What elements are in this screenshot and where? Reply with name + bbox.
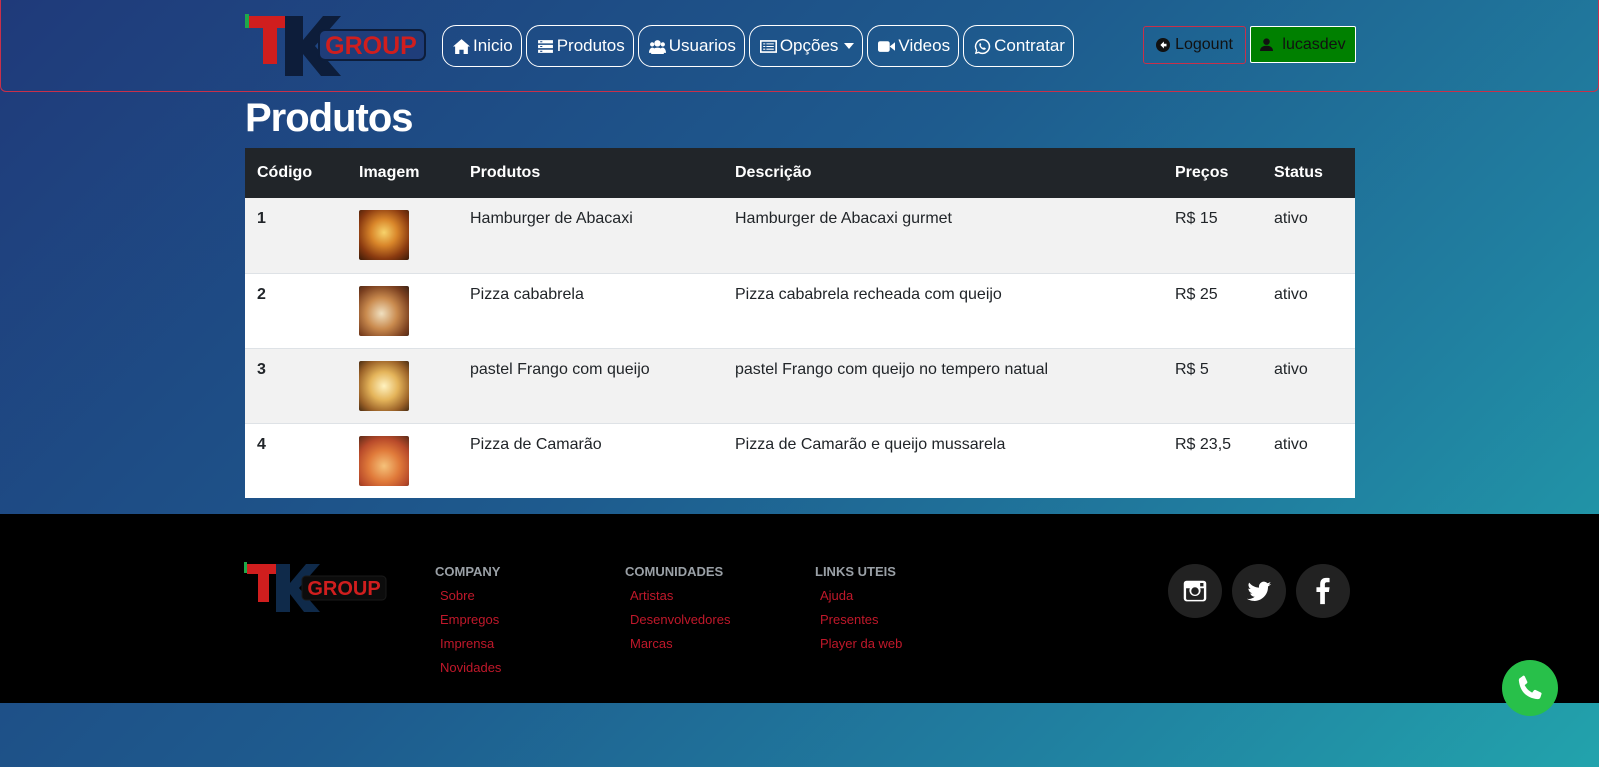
main-nav: Inicio Produtos Usuarios Opções Videos C… <box>442 25 1074 67</box>
pastel-thumbnail <box>359 360 409 411</box>
footer-link-marcas[interactable]: Marcas <box>630 635 730 659</box>
users-icon <box>648 39 666 54</box>
cell-product: Pizza de Camarão <box>458 422 723 498</box>
instagram-button[interactable] <box>1168 564 1222 618</box>
shrimp-pizza-thumbnail <box>359 435 409 486</box>
footer-logo-word: GROUP <box>307 578 380 600</box>
table-row: 1 Hamburger de Abacaxi Hamburger de Abac… <box>245 198 1355 273</box>
footer-link-desenvolvedores[interactable]: Desenvolvedores <box>630 611 730 635</box>
header-imagem: Imagem <box>359 164 420 181</box>
cell-price: R$ 25 <box>1163 272 1262 348</box>
table-header-row: Código Imagem Produtos Descrição Preços … <box>245 148 1355 198</box>
site-footer: GROUP COMPANY Sobre Empregos Imprensa No… <box>0 514 1599 703</box>
user-icon <box>1260 38 1274 51</box>
nav-inicio-label: Inicio <box>473 36 513 55</box>
cell-description: pastel Frango com queijo no tempero natu… <box>723 347 1163 423</box>
list-icon <box>537 39 553 53</box>
header-codigo: Código <box>257 164 313 181</box>
cell-price: R$ 5 <box>1163 347 1262 423</box>
cell-description: Pizza cababrela recheada com queijo <box>723 272 1163 348</box>
whatsapp-icon <box>974 38 991 54</box>
nav-contratar-label: Contratar <box>994 36 1065 55</box>
user-account-button[interactable]: lucasdev <box>1250 26 1356 63</box>
nav-opcoes-label: Opções <box>779 36 839 55</box>
cell-price: R$ 15 <box>1175 210 1218 227</box>
cell-code: 1 <box>257 210 266 227</box>
table-row: 4 Pizza de Camarão Pizza de Camarão e qu… <box>245 422 1355 498</box>
cell-status: ativo <box>1262 272 1355 348</box>
footer-link-artistas[interactable]: Artistas <box>630 587 730 611</box>
nav-usuarios-label: Usuarios <box>668 36 736 55</box>
cell-product: pastel Frango com queijo <box>458 347 723 423</box>
footer-column-title: COMPANY <box>435 564 501 579</box>
twitter-button[interactable] <box>1232 564 1286 618</box>
header-status: Status <box>1274 164 1323 181</box>
cell-code: 4 <box>245 422 347 498</box>
chevron-down-icon <box>844 43 855 49</box>
page-title: Produtos <box>245 96 414 140</box>
footer-link-sobre[interactable]: Sobre <box>440 587 501 611</box>
logout-label: Logount <box>1175 36 1233 53</box>
cell-image <box>347 272 458 348</box>
cell-status: ativo <box>1262 422 1355 498</box>
footer-column-title: COMUNIDADES <box>625 564 724 579</box>
nav-contratar[interactable]: Contratar <box>963 25 1074 67</box>
footer-link-presentes[interactable]: Presentes <box>820 611 902 635</box>
cell-image <box>347 422 458 498</box>
nav-videos-label: Videos <box>898 36 951 55</box>
nav-produtos[interactable]: Produtos <box>525 25 634 67</box>
video-icon <box>878 40 896 52</box>
nav-opcoes-dropdown[interactable]: Opções <box>748 25 864 67</box>
cell-code: 3 <box>245 347 347 423</box>
cell-image <box>347 347 458 423</box>
footer-column-comunidades: COMUNIDADES Artistas Desenvolvedores Mar… <box>625 564 730 659</box>
facebook-icon <box>1316 577 1330 605</box>
cell-code: 2 <box>245 272 347 348</box>
nav-videos[interactable]: Videos <box>867 25 960 67</box>
header-produtos: Produtos <box>470 164 541 181</box>
instagram-icon <box>1183 580 1207 602</box>
cell-product: Hamburger de Abacaxi <box>470 210 633 227</box>
footer-link-imprensa[interactable]: Imprensa <box>440 635 501 659</box>
nav-produtos-label: Produtos <box>556 36 625 55</box>
twitter-icon <box>1246 581 1272 601</box>
cell-product: Pizza cababrela <box>458 272 723 348</box>
whatsapp-phone-icon <box>1518 675 1542 700</box>
footer-link-novidades[interactable]: Novidades <box>440 659 501 683</box>
cell-description: Pizza de Camarão e queijo mussarela <box>723 422 1163 498</box>
cell-status: ativo <box>1262 347 1355 423</box>
nav-inicio[interactable]: Inicio <box>442 25 522 67</box>
products-table: Código Imagem Produtos Descrição Preços … <box>245 148 1355 498</box>
top-navbar: GROUP Inicio Produtos Usuarios Opções Vi… <box>0 0 1599 92</box>
table-row: 3 pastel Frango com queijo pastel Frango… <box>245 347 1355 423</box>
nav-usuarios[interactable]: Usuarios <box>637 25 745 67</box>
cell-price: R$ 23,5 <box>1163 422 1262 498</box>
footer-column-company: COMPANY Sobre Empregos Imprensa Novidade… <box>435 564 501 683</box>
whatsapp-floating-button[interactable] <box>1502 660 1558 716</box>
table-row: 2 Pizza cababrela Pizza cababrela rechea… <box>245 272 1355 348</box>
facebook-button[interactable] <box>1296 564 1350 618</box>
footer-link-player-da-web[interactable]: Player da web <box>820 635 902 659</box>
tk-group-logo[interactable]: GROUP <box>245 14 427 76</box>
arrow-circle-left-icon <box>1156 38 1171 52</box>
cell-status: ativo <box>1274 210 1308 227</box>
options-icon <box>759 39 777 53</box>
logout-button[interactable]: Logount <box>1143 26 1246 64</box>
footer-link-empregos[interactable]: Empregos <box>440 611 501 635</box>
cell-description: Hamburger de Abacaxi gurmet <box>735 210 952 227</box>
pizza-thumbnail <box>359 285 409 336</box>
user-name-label: lucasdev <box>1282 35 1346 53</box>
header-descricao: Descrição <box>735 164 812 181</box>
footer-column-title: LINKS UTEIS <box>815 564 896 579</box>
footer-tk-group-logo[interactable]: GROUP <box>244 562 388 612</box>
hamburger-thumbnail <box>359 210 409 260</box>
footer-column-links-uteis: LINKS UTEIS Ajuda Presentes Player da we… <box>815 564 902 659</box>
home-icon <box>453 38 470 54</box>
cell-image <box>347 198 458 273</box>
logo-word: GROUP <box>325 32 417 60</box>
header-precos: Preços <box>1175 164 1229 181</box>
footer-link-ajuda[interactable]: Ajuda <box>820 587 902 611</box>
